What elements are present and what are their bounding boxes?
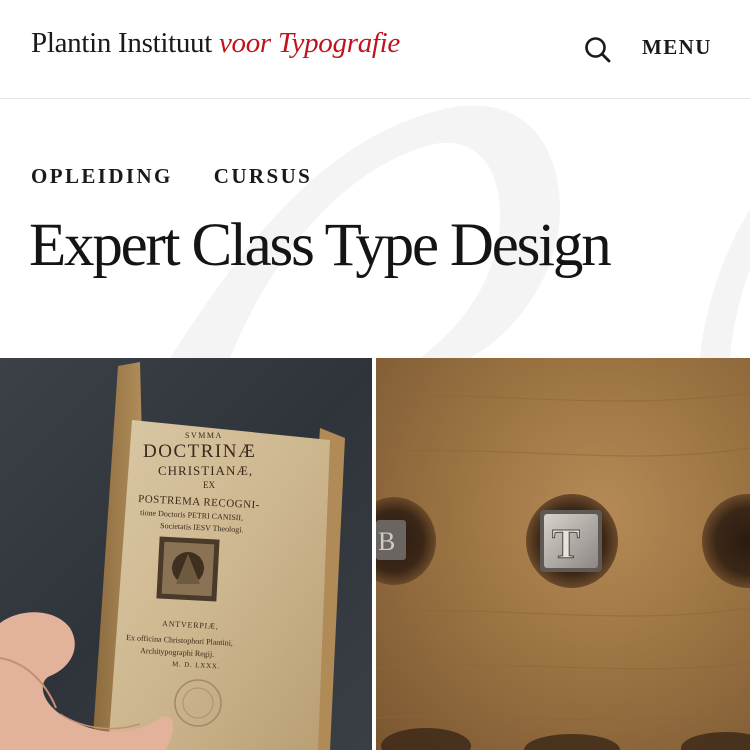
type-letter-center: T <box>552 522 580 568</box>
type-illustration: B T <box>376 392 750 750</box>
search-icon <box>585 37 611 63</box>
menu-button[interactable]: MENU <box>642 35 712 60</box>
image-gallery: SVMMA DOCTRINÆ CHRISTIANÆ, EX POSTREMA R… <box>0 358 750 750</box>
book-photo: SVMMA DOCTRINÆ CHRISTIANÆ, EX POSTREMA R… <box>0 358 372 750</box>
type-letter-left: B <box>378 527 395 556</box>
category-opleiding[interactable]: OPLEIDING <box>31 164 173 189</box>
book-line-1: SVMMA <box>185 431 223 440</box>
hero-section: OPLEIDING CURSUS Expert Class Type Desig… <box>0 100 750 358</box>
category-list: OPLEIDING CURSUS <box>31 164 312 189</box>
logo-accent-text: voor Typografie <box>218 27 400 59</box>
logo-main-text: Plantin Instituut <box>31 27 212 59</box>
site-header: Plantin Instituut voor Typografie MENU <box>0 0 750 99</box>
page-title: Expert Class Type Design <box>29 212 612 279</box>
type-photo: B T <box>376 358 750 750</box>
book-line-2: DOCTRINÆ <box>143 441 256 462</box>
book-line-4: EX <box>203 480 215 490</box>
book-illustration: SVMMA DOCTRINÆ CHRISTIANÆ, EX POSTREMA R… <box>0 362 345 750</box>
category-cursus[interactable]: CURSUS <box>214 164 312 189</box>
search-button[interactable] <box>584 36 612 64</box>
site-logo[interactable]: Plantin Instituut voor Typografie <box>31 27 400 60</box>
book-line-3: CHRISTIANÆ, <box>158 463 253 478</box>
